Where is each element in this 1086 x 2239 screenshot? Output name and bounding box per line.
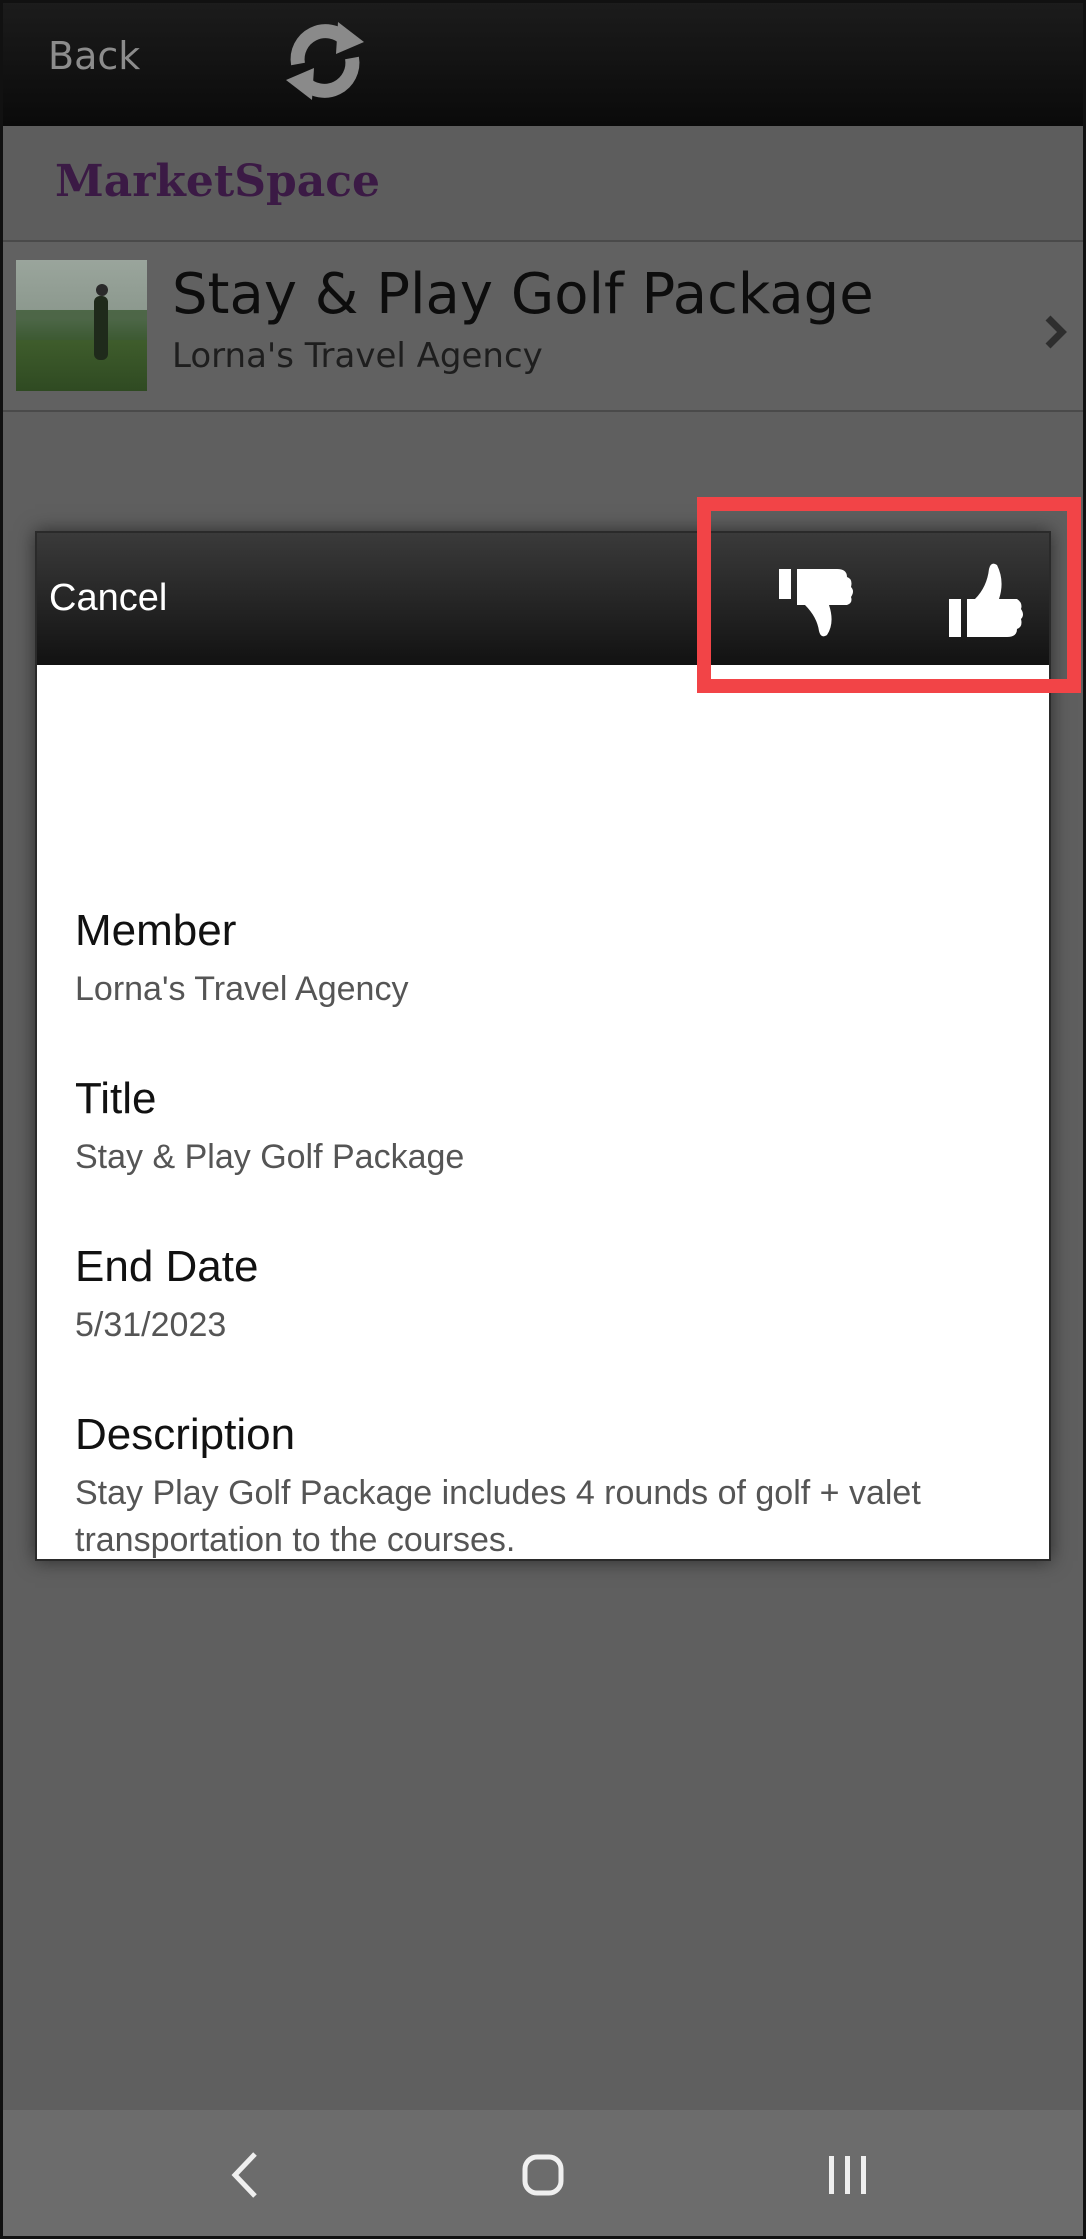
thumbnail-golfer [94,296,108,360]
highlight-box [697,497,1081,693]
thumbnail-trees [16,310,147,340]
member-value: Lorna's Travel Agency [75,970,409,1008]
listing-thumbnail [16,260,147,391]
end-date-value: 5/31/2023 [75,1306,227,1344]
description-field: Description Stay Play Golf Package inclu… [75,1410,1015,1564]
title-label: Title [75,1074,157,1123]
listing-title: Stay & Play Golf Package [172,262,874,327]
description-label: Description [75,1410,296,1459]
thumbnail-golfer-head [96,284,108,296]
member-field: Member Lorna's Travel Agency [75,906,1015,1013]
end-date-field: End Date 5/31/2023 [75,1242,1015,1349]
system-nav-bar [0,2110,1086,2239]
listing-row[interactable]: Stay & Play Golf Package Lorna's Travel … [0,242,1086,412]
listing-subtitle: Lorna's Travel Agency [172,336,543,376]
nav-recents-icon[interactable] [826,2154,870,2196]
title-field: Title Stay & Play Golf Package [75,1074,1015,1181]
description-value: Stay Play Golf Package includes 4 rounds… [75,1474,921,1559]
member-label: Member [75,906,237,955]
chevron-right-icon[interactable] [1040,312,1070,352]
cancel-button[interactable]: Cancel [49,577,167,620]
title-value: Stay & Play Golf Package [75,1138,465,1176]
refresh-icon[interactable] [280,12,370,110]
brand-title: MarketSpace [55,156,381,207]
back-button[interactable]: Back [48,34,140,78]
top-bar: Back [0,0,1086,126]
nav-back-icon[interactable] [225,2148,265,2202]
nav-home-icon[interactable] [522,2154,564,2196]
brand-bar: MarketSpace [0,126,1086,242]
end-date-label: End Date [75,1242,259,1291]
